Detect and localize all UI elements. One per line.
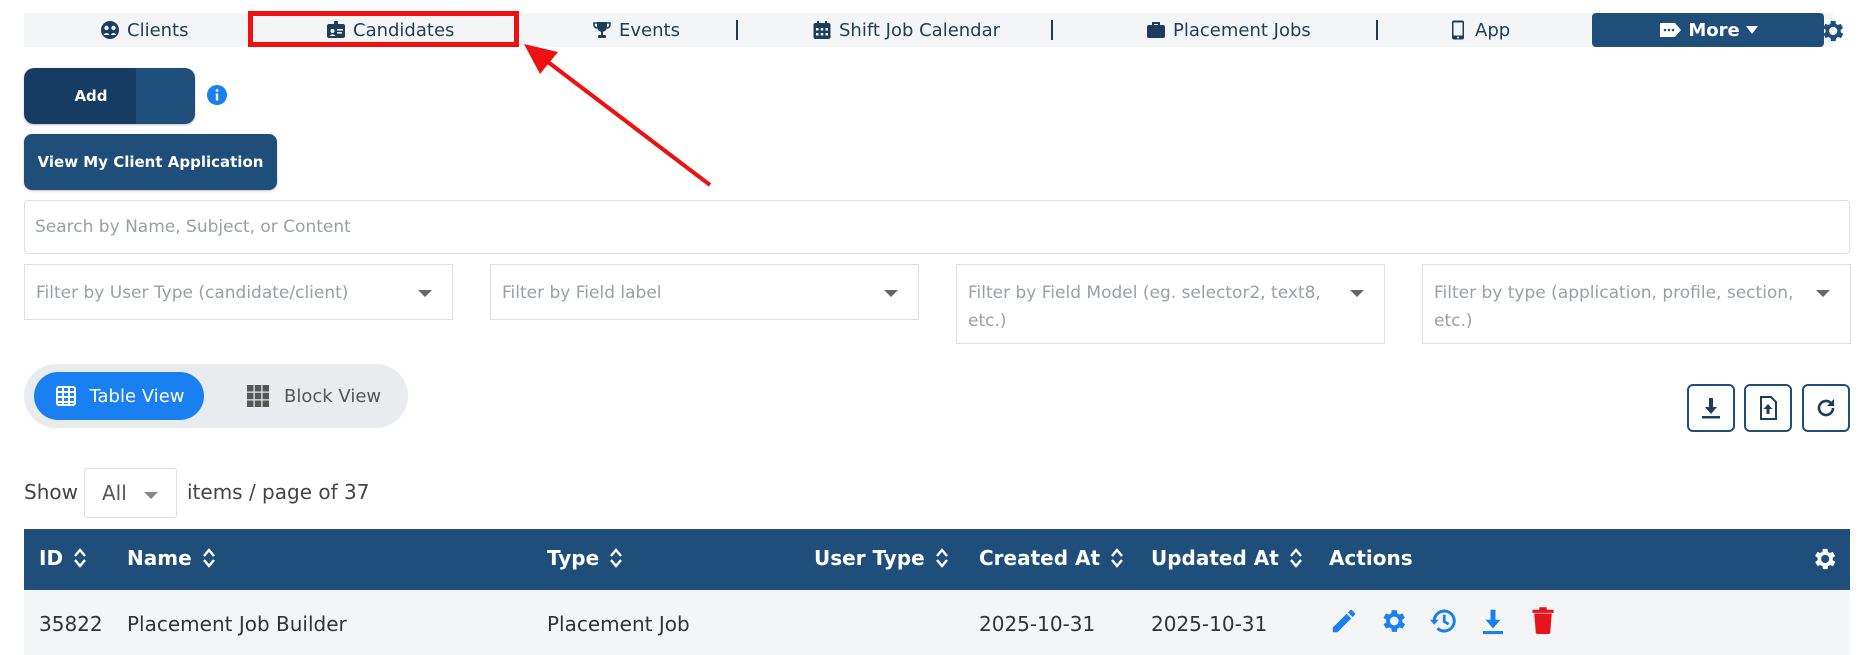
nav-item-shift-job-calendar[interactable]: Shift Job Calendar xyxy=(812,13,1000,47)
info-icon[interactable] xyxy=(206,84,228,106)
column-header-label: Actions xyxy=(1329,546,1413,570)
mobile-icon xyxy=(1452,20,1464,40)
refresh-button[interactable] xyxy=(1802,384,1850,432)
download-icon[interactable] xyxy=(1478,606,1508,636)
id-badge-icon xyxy=(327,21,345,38)
filter-placeholder: Filter by Field Model (eg. selector2, te… xyxy=(968,283,1321,331)
column-header-label: Type xyxy=(547,546,600,570)
file-upload-icon xyxy=(1760,396,1777,420)
annotation-arrow xyxy=(524,44,712,187)
nav-item-label: Events xyxy=(619,19,680,41)
sort-icon xyxy=(1111,548,1123,568)
page-info: items / page of 37 xyxy=(187,480,370,504)
sort-icon xyxy=(202,548,215,568)
cell-type: Placement Job xyxy=(547,612,690,636)
column-header-type[interactable]: Type xyxy=(547,546,623,570)
users-icon xyxy=(101,21,119,39)
column-header-updated-at[interactable]: Updated At xyxy=(1151,546,1303,570)
refresh-icon xyxy=(1817,399,1835,417)
nav-item-label: App xyxy=(1475,19,1511,41)
trophy-icon xyxy=(593,22,611,38)
nav-item-label: Clients xyxy=(127,19,189,41)
grid-icon xyxy=(247,385,269,407)
settings-gear-icon[interactable] xyxy=(1378,606,1408,636)
filter-placeholder: Filter by Field label xyxy=(502,283,662,303)
briefcase-icon xyxy=(1147,22,1165,38)
caret-down-icon xyxy=(1350,290,1364,297)
nav-separator xyxy=(736,20,738,40)
column-header-label: Updated At xyxy=(1151,546,1279,570)
nav-item-placement-jobs[interactable]: Placement Jobs xyxy=(1146,13,1311,47)
nav-item-clients[interactable]: Clients xyxy=(100,13,189,47)
sort-icon xyxy=(74,548,86,568)
column-header-label: User Type xyxy=(814,546,925,570)
sort-icon xyxy=(935,548,948,568)
block-view-button[interactable]: Block View xyxy=(246,372,396,420)
tag-icon xyxy=(1660,23,1682,37)
settings-gear-icon[interactable] xyxy=(1818,17,1846,45)
add-button-split[interactable] xyxy=(136,68,195,124)
table-view-label: Table View xyxy=(89,385,185,407)
search-input[interactable] xyxy=(24,200,1850,254)
table-icon xyxy=(55,386,76,406)
calendar-icon xyxy=(813,21,831,39)
column-header-user-type[interactable]: User Type xyxy=(814,546,949,570)
show-label: Show xyxy=(24,480,78,504)
download-icon xyxy=(1702,398,1720,419)
sort-icon xyxy=(610,548,623,568)
caret-down-icon xyxy=(144,492,158,499)
nav-item-candidates[interactable]: Candidates xyxy=(326,13,454,47)
caret-down-icon xyxy=(1816,290,1830,297)
caret-down-icon xyxy=(418,290,432,297)
filter-field-model[interactable]: Filter by Field Model (eg. selector2, te… xyxy=(956,264,1385,344)
view-toggle: Table View Block View xyxy=(24,364,408,428)
filter-placeholder: Filter by type (application, profile, se… xyxy=(1434,283,1794,331)
table-row[interactable]: 35822 Placement Job Builder Placement Jo… xyxy=(24,590,1850,655)
column-header-actions: Actions xyxy=(1329,546,1413,570)
page-size-value: All xyxy=(102,481,127,505)
nav-item-app[interactable]: App xyxy=(1448,13,1510,47)
view-client-application-button[interactable]: View My Client Application xyxy=(24,134,277,190)
filter-type[interactable]: Filter by type (application, profile, se… xyxy=(1422,264,1851,344)
delete-trash-icon[interactable] xyxy=(1528,606,1558,636)
download-button[interactable] xyxy=(1687,384,1735,432)
add-button-label: Add xyxy=(24,68,136,124)
nav-item-events[interactable]: Events xyxy=(592,13,680,47)
edit-pencil-icon[interactable] xyxy=(1329,606,1359,636)
upload-file-button[interactable] xyxy=(1744,384,1792,432)
table-view-button[interactable]: Table View xyxy=(34,372,204,420)
cell-created-at: 2025-10-31 xyxy=(979,612,1096,636)
add-button[interactable]: Add xyxy=(24,68,195,124)
page-size-select[interactable]: All xyxy=(84,468,177,518)
sort-icon xyxy=(1289,548,1302,568)
cell-name: Placement Job Builder xyxy=(127,612,347,636)
column-header-label: Created At xyxy=(979,546,1101,570)
column-header-id[interactable]: ID xyxy=(39,546,87,570)
column-header-label: ID xyxy=(39,546,64,570)
table-header: ID Name Type User Type Created At Update… xyxy=(24,529,1850,590)
cell-updated-at: 2025-10-31 xyxy=(1151,612,1268,636)
top-navigation: Clients Candidates Events Shift Job Cale… xyxy=(24,13,1833,47)
column-header-created-at[interactable]: Created At xyxy=(979,546,1124,570)
more-menu-button[interactable]: More xyxy=(1592,13,1824,47)
nav-item-label: Placement Jobs xyxy=(1173,19,1311,41)
filter-placeholder: Filter by User Type (candidate/client) xyxy=(36,283,349,303)
column-settings-gear-icon[interactable] xyxy=(1810,545,1838,573)
block-view-label: Block View xyxy=(284,385,382,407)
column-header-label: Name xyxy=(127,546,192,570)
nav-item-label: Shift Job Calendar xyxy=(839,19,1001,41)
caret-down-icon xyxy=(1745,26,1758,34)
column-header-name[interactable]: Name xyxy=(127,546,216,570)
filter-field-label[interactable]: Filter by Field label xyxy=(490,264,919,320)
more-label: More xyxy=(1688,19,1740,41)
nav-separator xyxy=(1051,20,1053,40)
filter-user-type[interactable]: Filter by User Type (candidate/client) xyxy=(24,264,453,320)
caret-down-icon xyxy=(884,290,898,297)
cell-id: 35822 xyxy=(39,612,103,636)
nav-separator xyxy=(1376,20,1378,40)
history-icon[interactable] xyxy=(1428,606,1458,636)
nav-item-label: Candidates xyxy=(353,19,455,41)
